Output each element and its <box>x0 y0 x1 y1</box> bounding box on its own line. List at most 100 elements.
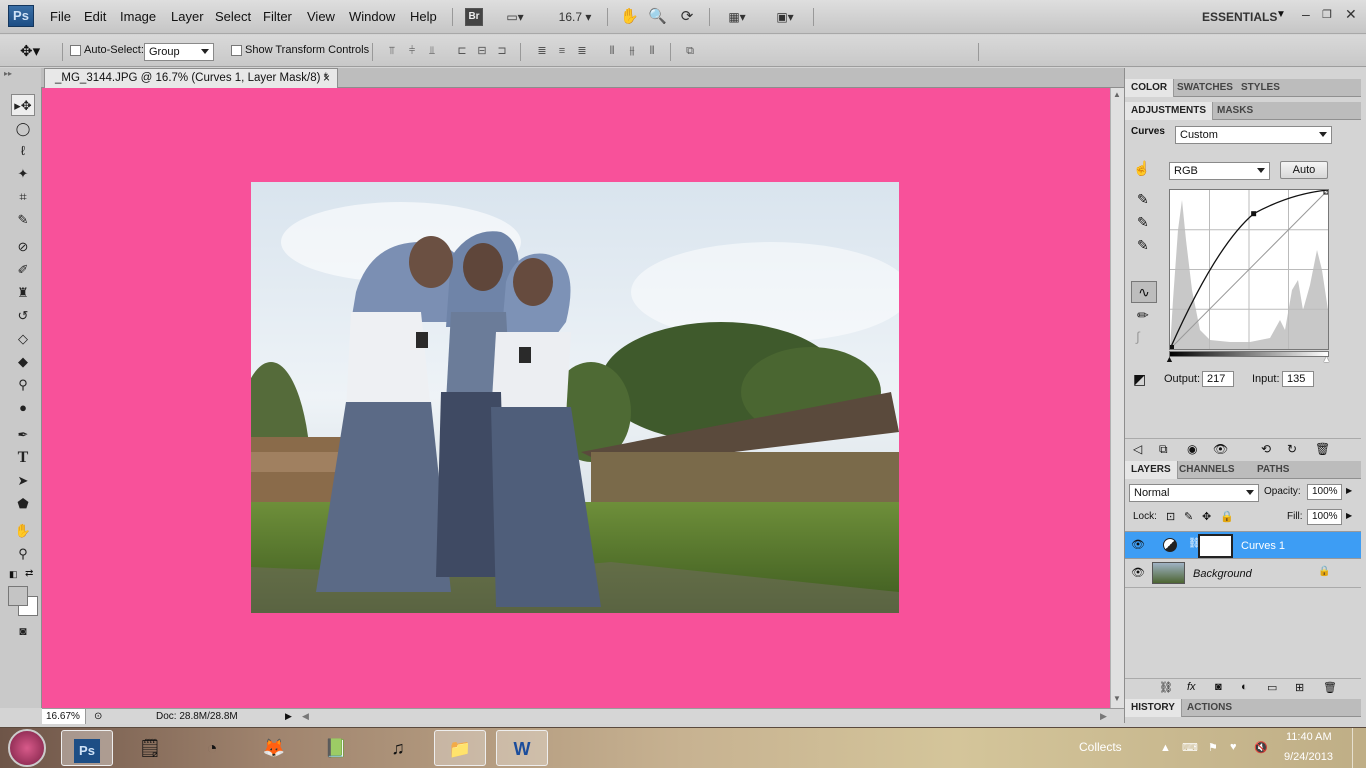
collapse-icon[interactable]: ▸▸ <box>4 70 38 78</box>
layer-row-curves[interactable]: 👁 ⛓ Curves 1 <box>1125 531 1361 559</box>
taskbar-sticky-notes-icon[interactable]: 🗒 <box>124 730 176 766</box>
layer-row-background[interactable]: 👁 Background 🔒 <box>1125 560 1361 588</box>
rotate-view-icon[interactable]: ⟳ <box>678 7 696 27</box>
pencil-curve-icon[interactable]: ✏ <box>1137 307 1149 324</box>
show-desktop-button[interactable] <box>1352 728 1366 768</box>
align-top-icon[interactable]: ⫪ <box>384 44 400 58</box>
expand-view-icon[interactable]: ⧉ <box>1159 442 1168 457</box>
photoshop-logo[interactable]: Ps <box>8 5 34 27</box>
curve-point-mode-icon[interactable]: ∿ <box>1131 281 1157 303</box>
zoom-percent-field[interactable]: 16.67% <box>42 709 86 724</box>
collects-toolbar-label[interactable]: Collects <box>1079 740 1122 754</box>
tab-styles[interactable]: STYLES <box>1235 79 1286 97</box>
align-left-icon[interactable]: ⊏ <box>454 44 470 58</box>
shape-tool-icon[interactable]: ⬟ <box>11 493 35 515</box>
lasso-tool-icon[interactable]: ℓ <box>11 140 35 162</box>
eyedropper-tool-icon[interactable]: ✎ <box>11 209 35 231</box>
fill-slider-icon[interactable]: ▶ <box>1346 511 1352 520</box>
default-colors-icon[interactable]: ◧ <box>9 569 18 580</box>
move-tool-icon[interactable]: ✥▾ <box>20 42 40 60</box>
foreground-color-swatch[interactable] <box>8 586 28 606</box>
tray-flag-icon[interactable]: ⚑ <box>1208 741 1218 754</box>
delete-layer-icon[interactable]: 🗑 <box>1323 681 1337 694</box>
reset-icon[interactable]: ↻ <box>1287 442 1297 456</box>
menu-view[interactable]: View <box>307 9 335 24</box>
close-icon[interactable]: ✕ <box>1345 6 1357 23</box>
path-selection-tool-icon[interactable]: ➤ <box>11 470 35 492</box>
taskbar-app-icon[interactable]: 📗 <box>310 730 362 766</box>
tab-color[interactable]: COLOR <box>1125 79 1175 97</box>
move-tool-icon[interactable]: ▸✥ <box>11 94 35 116</box>
auto-select-checkbox[interactable] <box>70 45 81 56</box>
lock-position-icon[interactable]: ✥ <box>1202 510 1211 523</box>
visibility-eye-icon[interactable]: 👁 <box>1131 566 1145 579</box>
restore-icon[interactable]: ❐ <box>1322 8 1332 21</box>
status-info-icon[interactable]: ⊙ <box>94 709 102 724</box>
layer-mask-thumbnail[interactable] <box>1198 534 1233 558</box>
tray-expand-icon[interactable]: ▲ <box>1160 742 1171 754</box>
transform-controls-checkbox[interactable] <box>231 45 242 56</box>
new-layer-icon[interactable]: ⊞ <box>1295 681 1304 694</box>
layer-style-icon[interactable]: fx <box>1187 681 1196 693</box>
distribute-vcenter-icon[interactable]: ≡ <box>554 44 570 58</box>
previous-state-icon[interactable]: ⟲ <box>1261 442 1271 456</box>
opacity-slider-icon[interactable]: ▶ <box>1346 486 1352 495</box>
distribute-right-icon[interactable]: ⫴ <box>644 44 660 58</box>
status-menu-arrow-icon[interactable]: ▶ <box>285 709 292 724</box>
link-layers-icon[interactable]: ⛓ <box>1159 681 1173 694</box>
curves-preset-dropdown[interactable]: Custom <box>1175 126 1332 144</box>
tray-volume-icon[interactable]: 🔇 <box>1254 741 1268 754</box>
menu-file[interactable]: File <box>50 9 71 24</box>
scroll-left-icon[interactable]: ◀ <box>302 709 309 724</box>
magic-wand-tool-icon[interactable]: ✦ <box>11 163 35 185</box>
taskbar-photoshop[interactable]: Ps <box>61 730 113 766</box>
curves-graph[interactable] <box>1169 189 1329 350</box>
document-image[interactable] <box>251 182 899 613</box>
crop-tool-icon[interactable]: ⌗ <box>11 186 35 208</box>
workspace-switcher[interactable]: ESSENTIALS <box>1202 10 1277 24</box>
eraser-tool-icon[interactable]: ◇ <box>11 328 35 350</box>
white-slider-icon[interactable]: ▲ <box>1322 354 1331 364</box>
visibility-eye-icon[interactable]: 👁 <box>1131 538 1145 551</box>
visibility-icon[interactable]: 👁 <box>1213 442 1228 456</box>
type-tool-icon[interactable]: T <box>11 447 35 469</box>
hand-icon[interactable]: ✋ <box>620 7 639 27</box>
white-point-eyedropper-icon[interactable]: ✎ <box>1137 237 1149 254</box>
align-hcenter-icon[interactable]: ⊟ <box>474 44 490 58</box>
tab-adjustments[interactable]: ADJUSTMENTS <box>1125 102 1214 120</box>
paint-bucket-tool-icon[interactable]: ◆ <box>11 351 35 373</box>
opacity-field[interactable]: 100% <box>1307 484 1342 500</box>
lock-all-icon[interactable]: 🔒 <box>1220 510 1234 523</box>
tab-layers[interactable]: LAYERS <box>1125 461 1178 479</box>
screen-mode-icon[interactable]: ▣▾ <box>770 7 800 27</box>
layer-name[interactable]: Background <box>1193 568 1252 580</box>
smooth-curve-icon[interactable]: ∫ <box>1136 329 1140 344</box>
black-slider-icon[interactable]: ▲ <box>1165 354 1174 364</box>
taskbar-media-center-icon[interactable]: ◔ <box>186 730 238 766</box>
clock-date[interactable]: 9/24/2013 <box>1284 751 1333 763</box>
tab-paths[interactable]: PATHS <box>1251 461 1295 479</box>
scroll-up-icon[interactable]: ▲ <box>1113 90 1121 99</box>
tab-actions[interactable]: ACTIONS <box>1181 699 1238 717</box>
close-document-icon[interactable]: × <box>323 69 330 88</box>
input-field[interactable]: 135 <box>1282 371 1314 387</box>
bridge-button[interactable]: Br <box>465 8 483 26</box>
black-point-eyedropper-icon[interactable]: ✎ <box>1137 191 1149 208</box>
new-group-icon[interactable]: ▭ <box>1267 681 1277 694</box>
lock-transparent-icon[interactable]: ⊡ <box>1166 510 1175 523</box>
distribute-hcenter-icon[interactable]: ⫵ <box>624 44 640 58</box>
swap-colors-icon[interactable]: ⇄ <box>25 568 33 579</box>
film-icon[interactable]: ▭▾ <box>498 7 532 27</box>
tab-channels[interactable]: CHANNELS <box>1173 461 1241 479</box>
trash-icon[interactable]: 🗑 <box>1315 442 1330 456</box>
zoom-tool-icon[interactable]: ⚲ <box>11 543 35 565</box>
burn-tool-icon[interactable]: ● <box>11 397 35 419</box>
tray-keyboard-icon[interactable]: ⌨ <box>1182 741 1198 754</box>
marquee-tool-icon[interactable]: ◯ <box>11 118 35 140</box>
vertical-scrollbar[interactable]: ▲ ▼ <box>1110 88 1124 708</box>
tray-network-icon[interactable]: ♥ <box>1230 741 1237 753</box>
auto-align-icon[interactable]: ⧉ <box>682 44 698 58</box>
scroll-right-icon[interactable]: ▶ <box>1100 709 1107 724</box>
brush-tool-icon[interactable]: ✐ <box>11 259 35 281</box>
pen-tool-icon[interactable]: ✒ <box>11 424 35 446</box>
